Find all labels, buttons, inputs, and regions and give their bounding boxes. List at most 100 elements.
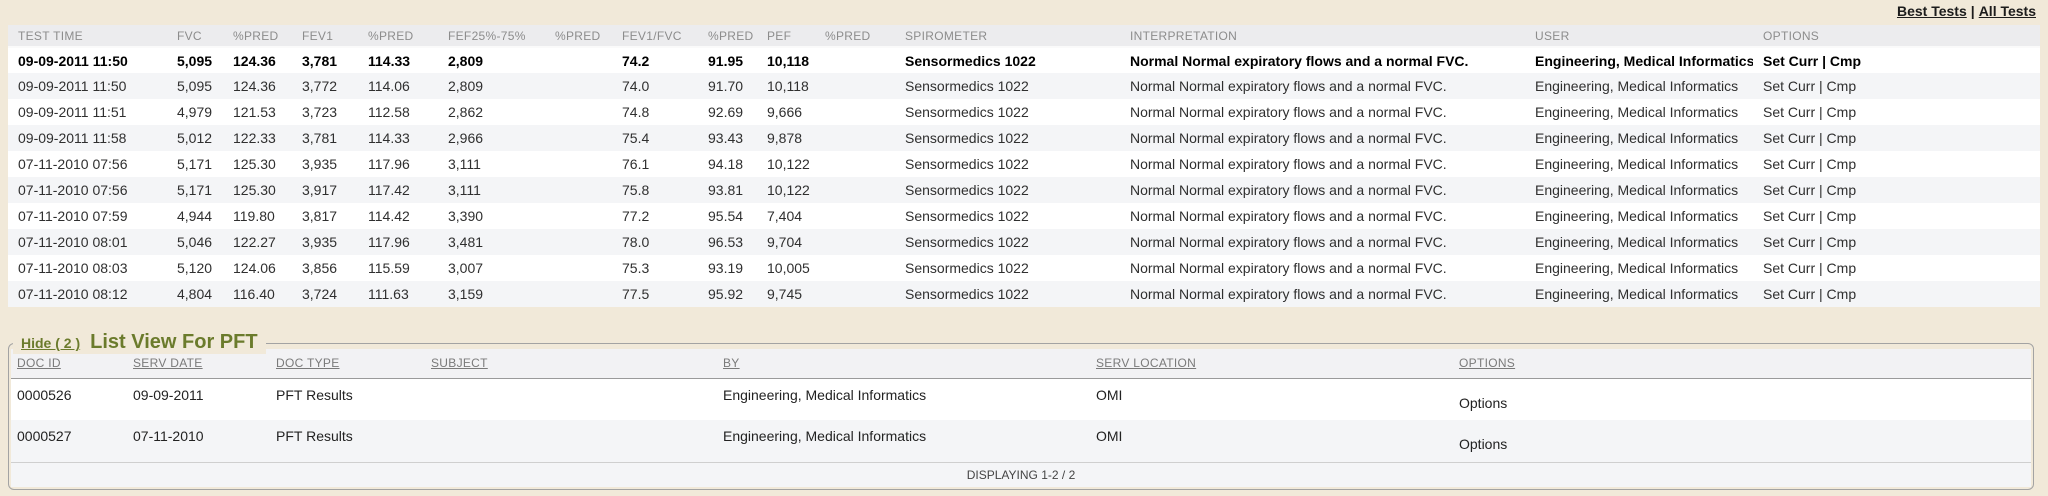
cell-serv-location: OMI <box>1090 378 1453 420</box>
table-row: 000052707-11-2010PFT ResultsEngineering,… <box>11 420 2031 462</box>
column-header-pred-fev1: %PRED <box>358 25 438 47</box>
column-header-spirometer: SPIROMETER <box>895 25 1120 47</box>
cell-fev1: 3,935 <box>292 229 358 255</box>
table-row: 07-11-2010 08:124,804116.403,724111.633,… <box>8 281 2040 307</box>
column-header-user: USER <box>1525 25 1753 47</box>
table-row: 07-11-2010 07:565,171125.303,917117.423,… <box>8 177 2040 203</box>
cell-pred-fev1: 114.06 <box>358 73 438 99</box>
column-header-pred-pef: %PRED <box>815 25 895 47</box>
cell-spirometer: Sensormedics 1022 <box>895 151 1120 177</box>
cell-fef25-75: 2,862 <box>438 99 545 125</box>
cell-spirometer: Sensormedics 1022 <box>895 229 1120 255</box>
cell-subject <box>425 420 717 462</box>
cell-pred-fev1: 114.33 <box>358 125 438 151</box>
cell-spirometer: Sensormedics 1022 <box>895 99 1120 125</box>
cell-pred-fvc: 116.40 <box>223 281 292 307</box>
column-header-options[interactable]: OPTIONS <box>1453 349 2031 378</box>
cell-options[interactable]: Set Curr | Cmp <box>1753 47 2040 73</box>
cell-pred-fev1-fvc: 95.54 <box>698 203 757 229</box>
cell-fev1: 3,772 <box>292 73 358 99</box>
cell-fev1-fvc: 76.1 <box>612 151 698 177</box>
cell-fev1-fvc: 74.8 <box>612 99 698 125</box>
cell-pred-fef <box>545 125 612 151</box>
cell-fvc: 5,171 <box>167 151 223 177</box>
column-header-test-time: TEST TIME <box>8 25 167 47</box>
cell-by: Engineering, Medical Informatics <box>717 378 1090 420</box>
list-view-panel: Hide ( 2 ) List View For PFT DOC IDSERV … <box>8 343 2034 490</box>
cell-pred-fvc: 119.80 <box>223 203 292 229</box>
table-row: 07-11-2010 07:565,171125.303,935117.963,… <box>8 151 2040 177</box>
cell-user: Engineering, Medical Informatics <box>1525 99 1753 125</box>
cell-pred-fef <box>545 229 612 255</box>
cell-pred-fvc: 125.30 <box>223 151 292 177</box>
cell-pred-fef <box>545 47 612 73</box>
cell-options[interactable]: Set Curr | Cmp <box>1753 73 2040 99</box>
cell-fef25-75: 2,809 <box>438 73 545 99</box>
cell-interpretation: Normal Normal expiratory flows and a nor… <box>1120 229 1525 255</box>
cell-fvc: 5,120 <box>167 255 223 281</box>
cell-fev1-fvc: 78.0 <box>612 229 698 255</box>
column-header-by[interactable]: BY <box>717 349 1090 378</box>
cell-interpretation: Normal Normal expiratory flows and a nor… <box>1120 151 1525 177</box>
column-header-serv-location[interactable]: SERV LOCATION <box>1090 349 1453 378</box>
cell-fef25-75: 3,390 <box>438 203 545 229</box>
cell-options[interactable]: Set Curr | Cmp <box>1753 151 2040 177</box>
column-header-options: OPTIONS <box>1753 25 2040 47</box>
list-view-header-row: DOC IDSERV DATEDOC TYPESUBJECTBYSERV LOC… <box>11 349 2031 378</box>
column-header-doc-type[interactable]: DOC TYPE <box>270 349 425 378</box>
cell-fef25-75: 3,007 <box>438 255 545 281</box>
cell-options[interactable]: Set Curr | Cmp <box>1753 255 2040 281</box>
cell-test-time: 09-09-2011 11:50 <box>8 47 167 73</box>
cell-options[interactable]: Options <box>1453 378 2031 420</box>
cell-user: Engineering, Medical Informatics <box>1525 177 1753 203</box>
hide-link[interactable]: Hide ( 2 ) <box>21 335 80 351</box>
cell-pred-fev1: 117.96 <box>358 229 438 255</box>
cell-options[interactable]: Set Curr | Cmp <box>1753 177 2040 203</box>
cell-spirometer: Sensormedics 1022 <box>895 73 1120 99</box>
column-header-pef: PEF <box>757 25 815 47</box>
column-header-fef25-75: FEF25%-75% <box>438 25 545 47</box>
cell-doc-id: 0000527 <box>11 420 127 462</box>
table-row: 09-09-2011 11:505,095124.363,781114.332,… <box>8 47 2040 73</box>
cell-pred-fev1-fvc: 91.70 <box>698 73 757 99</box>
table-row: 09-09-2011 11:585,012122.333,781114.332,… <box>8 125 2040 151</box>
cell-options[interactable]: Set Curr | Cmp <box>1753 99 2040 125</box>
cell-options[interactable]: Set Curr | Cmp <box>1753 125 2040 151</box>
cell-pred-pef <box>815 177 895 203</box>
table-row: 09-09-2011 11:514,979121.533,723112.582,… <box>8 99 2040 125</box>
cell-fev1: 3,724 <box>292 281 358 307</box>
cell-options[interactable]: Set Curr | Cmp <box>1753 203 2040 229</box>
cell-options[interactable]: Options <box>1453 420 2031 462</box>
cell-pef: 9,704 <box>757 229 815 255</box>
cell-fev1: 3,781 <box>292 125 358 151</box>
cell-pred-fev1: 117.96 <box>358 151 438 177</box>
cell-interpretation: Normal Normal expiratory flows and a nor… <box>1120 47 1525 73</box>
cell-pred-fef <box>545 255 612 281</box>
pft-results-table: TEST TIMEFVC%PREDFEV1%PREDFEF25%-75%%PRE… <box>8 25 2040 307</box>
cell-pred-pef <box>815 203 895 229</box>
cell-fev1-fvc: 75.4 <box>612 125 698 151</box>
cell-serv-date: 09-09-2011 <box>127 378 270 420</box>
column-header-fev1-fvc: FEV1/FVC <box>612 25 698 47</box>
cell-pred-fev1-fvc: 93.43 <box>698 125 757 151</box>
cell-interpretation: Normal Normal expiratory flows and a nor… <box>1120 73 1525 99</box>
list-view-table: DOC IDSERV DATEDOC TYPESUBJECTBYSERV LOC… <box>11 349 2031 487</box>
cell-pef: 10,122 <box>757 177 815 203</box>
cell-options[interactable]: Set Curr | Cmp <box>1753 281 2040 307</box>
cell-pred-fev1-fvc: 93.81 <box>698 177 757 203</box>
results-header-row: TEST TIMEFVC%PREDFEV1%PREDFEF25%-75%%PRE… <box>8 25 2040 47</box>
column-header-subject[interactable]: SUBJECT <box>425 349 717 378</box>
cell-pred-pef <box>815 99 895 125</box>
cell-test-time: 09-09-2011 11:51 <box>8 99 167 125</box>
cell-fef25-75: 3,111 <box>438 151 545 177</box>
cell-pred-fvc: 122.33 <box>223 125 292 151</box>
cell-pred-fev1: 112.58 <box>358 99 438 125</box>
cell-fev1: 3,781 <box>292 47 358 73</box>
cell-fev1-fvc: 75.8 <box>612 177 698 203</box>
cell-interpretation: Normal Normal expiratory flows and a nor… <box>1120 255 1525 281</box>
column-header-pred-fef: %PRED <box>545 25 612 47</box>
all-tests-link[interactable]: All Tests <box>1979 3 2036 19</box>
cell-options[interactable]: Set Curr | Cmp <box>1753 229 2040 255</box>
best-tests-link[interactable]: Best Tests <box>1897 3 1967 19</box>
cell-fev1-fvc: 77.5 <box>612 281 698 307</box>
